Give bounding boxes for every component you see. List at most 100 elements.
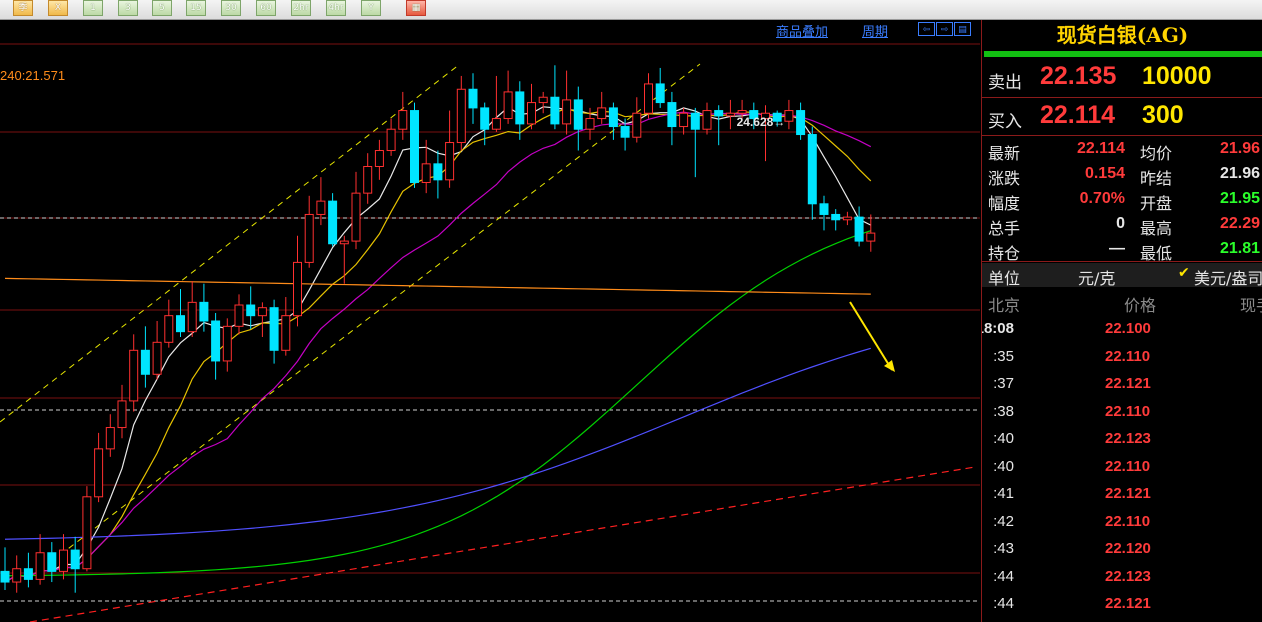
candle-down — [573, 99, 583, 130]
candle-down — [211, 320, 221, 362]
candle-up — [491, 118, 501, 130]
candle-up — [152, 341, 162, 375]
candle-up — [234, 304, 244, 327]
tick-price: 22.123 — [1105, 430, 1151, 447]
candle-down — [796, 110, 806, 136]
candle-up — [597, 107, 607, 120]
overlay-link[interactable]: 商品叠加 — [776, 21, 828, 40]
tick-row: :44 22.123 — [982, 564, 1262, 591]
toolbar-button[interactable]: Y — [361, 0, 381, 16]
toolbar-button[interactable]: 季 — [13, 0, 33, 16]
candle-down — [690, 112, 700, 130]
tick-price: 22.121 — [1105, 485, 1151, 502]
toolbar-button[interactable]: 4hr — [326, 0, 346, 16]
toolbar-button[interactable]: 3 — [118, 0, 138, 16]
instrument-title: 现货白银(AG) — [1056, 23, 1189, 47]
prev-arrow-icon[interactable]: ⇦ — [918, 22, 935, 36]
tick-price: 22.121 — [1105, 595, 1151, 612]
candle-down — [47, 552, 57, 572]
candle-down — [655, 83, 665, 104]
next-arrow-icon[interactable]: ⇨ — [936, 22, 953, 36]
tick-price: 22.110 — [1105, 512, 1151, 530]
ma60-line — [4, 230, 871, 577]
tick-price: 22.123 — [1105, 567, 1151, 585]
candle-up — [129, 349, 139, 402]
candle-up — [725, 112, 735, 117]
candle-down — [328, 200, 338, 245]
stat-row: 涨跌 0.154 昨结 21.96 — [982, 162, 1262, 188]
candle-up — [398, 110, 408, 130]
high-annotation: 24.628→ — [737, 115, 786, 129]
stat-value: — — [1109, 240, 1125, 257]
bid-ask-bar — [984, 51, 1262, 57]
unit-option[interactable]: 美元/盎司 — [1194, 265, 1262, 289]
candle-up — [281, 315, 291, 351]
tick-time: :40 — [993, 457, 1014, 475]
ticks-price-header: 价格 — [1124, 296, 1157, 315]
kline-chart[interactable]: 24.628→ 240:21.571 — [0, 20, 980, 622]
period-link[interactable]: 周期 — [862, 21, 888, 40]
candle-up — [35, 552, 45, 580]
candle-down — [140, 349, 150, 375]
toolbar-button[interactable]: 1 — [83, 0, 103, 16]
candle-up — [866, 232, 876, 242]
sell-row[interactable]: 卖出 22.135 10000 — [982, 60, 1262, 96]
tick-price: 22.110 — [1105, 402, 1151, 420]
candle-up — [293, 261, 302, 317]
sell-label: 卖出 — [988, 73, 1022, 93]
candle-up — [187, 301, 197, 333]
candle-up — [456, 88, 466, 144]
stat-value: 21.81 — [1220, 240, 1261, 257]
sell-volume: 10000 — [1142, 62, 1212, 90]
candle-up — [105, 427, 115, 450]
channel-line-upper — [0, 63, 461, 423]
tick-row: :37 22.121 — [982, 371, 1262, 398]
stat-value: 0 — [1116, 215, 1125, 232]
toolbar-button[interactable]: 15 — [186, 0, 206, 16]
ticks-current-header: 现手 — [1240, 296, 1262, 315]
toolbar-button[interactable]: X — [48, 0, 68, 16]
candle-up — [164, 315, 174, 343]
candle-down — [199, 301, 209, 322]
tick-time: :43 — [993, 540, 1014, 557]
toolbar-button[interactable]: 60 — [256, 0, 276, 16]
quote-panel: 现货白银(AG) 卖出 22.135 10000 买入 22.114 300 最… — [981, 20, 1262, 622]
trend-line — [29, 466, 976, 622]
layout-icon[interactable]: ▤ — [954, 22, 971, 36]
toolbar-button[interactable]: ▦ — [406, 0, 426, 16]
unit-value[interactable]: 元/克 — [1078, 265, 1115, 289]
stat-row: 持仓 — 最低 21.81 — [982, 237, 1262, 263]
stat-label: 涨跌 — [988, 169, 1021, 188]
candle-down — [714, 110, 724, 117]
toolbar-button[interactable]: 2hr — [291, 0, 311, 16]
stat-label: 总手 — [988, 219, 1021, 238]
candle-up — [702, 110, 712, 130]
ma240-readout: 240:21.571 — [0, 68, 66, 83]
candle-up — [737, 110, 747, 114]
toolbar-button[interactable]: 30 — [221, 0, 241, 16]
candle-up — [117, 400, 127, 429]
candle-up — [257, 307, 267, 317]
tick-row: :43 22.120 — [982, 536, 1262, 563]
tick-price: 22.120 — [1105, 540, 1151, 557]
candle-down — [854, 216, 864, 242]
candle-up — [538, 96, 548, 104]
stat-value: 22.29 — [1220, 215, 1261, 232]
stat-value: 21.95 — [1220, 190, 1261, 207]
divider — [982, 261, 1262, 262]
tick-row: :44 22.121 — [982, 591, 1262, 618]
tick-row: :41 22.121 — [982, 481, 1262, 508]
candle-up — [644, 83, 653, 114]
tick-price: 22.110 — [1105, 347, 1151, 365]
candle-down — [819, 203, 829, 215]
tick-row: :35 22.110 — [982, 344, 1262, 371]
check-icon: ✔ — [1178, 265, 1190, 281]
candle-up — [503, 91, 513, 120]
tick-time: :41 — [993, 485, 1014, 502]
stat-row: 总手 0 最高 22.29 — [982, 212, 1262, 238]
toolbar-button[interactable]: 5 — [152, 0, 172, 16]
candle-up — [386, 128, 396, 152]
buy-row[interactable]: 买入 22.114 300 — [982, 99, 1262, 135]
stat-label: 开盘 — [1140, 194, 1173, 213]
ticks-header: 北京 价格 现手 — [982, 290, 1262, 315]
